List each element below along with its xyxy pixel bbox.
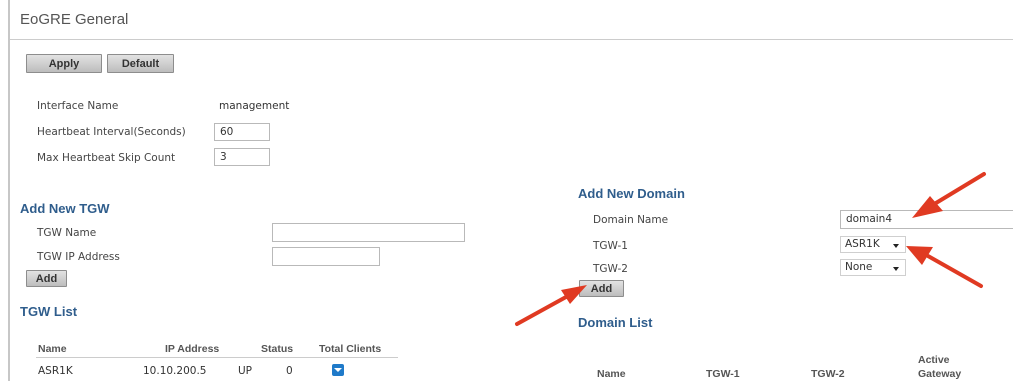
tgw-row-ip: 10.10.200.5 — [143, 365, 207, 377]
row-dropdown-icon[interactable] — [332, 364, 344, 376]
frame-left-border — [8, 0, 10, 381]
tgw-list-header-ip: IP Address — [165, 343, 220, 355]
title-divider — [10, 39, 1013, 40]
arrow-head-tgw1-select — [906, 246, 933, 265]
tgw-ip-address-label: TGW IP Address — [37, 251, 120, 263]
add-domain-button[interactable]: Add — [579, 280, 624, 297]
tgw1-select[interactable]: ASR1K — [840, 236, 906, 253]
tgw2-select[interactable]: None — [840, 259, 906, 276]
domain-list-header-active: Active — [918, 354, 950, 366]
max-skip-count-label: Max Heartbeat Skip Count — [37, 152, 176, 164]
tgw-row-total-clients: 0 — [286, 365, 293, 377]
tgw-row-status: UP — [238, 365, 253, 377]
domain-name-label: Domain Name — [593, 214, 669, 226]
arrow-to-add-domain-button — [515, 295, 568, 326]
domain-list-header-gateway: Gateway — [918, 368, 962, 380]
tgw-list-title: TGW List — [20, 304, 78, 319]
interface-name-label: Interface Name — [37, 100, 119, 112]
tgw-list-header-rule — [36, 357, 398, 358]
heartbeat-interval-input[interactable]: 60 — [214, 123, 270, 141]
apply-button[interactable]: Apply — [26, 54, 102, 73]
domain-name-input[interactable]: domain4 — [840, 210, 1013, 229]
tgw-ip-address-input[interactable] — [272, 247, 380, 266]
interface-name-value: management — [219, 100, 290, 112]
tgw1-label: TGW-1 — [593, 240, 628, 252]
chevron-down-icon — [893, 244, 899, 248]
tgw-name-input[interactable] — [272, 223, 465, 242]
domain-list-header-tgw1: TGW-1 — [706, 368, 740, 380]
tgw-list-header-name: Name — [38, 343, 67, 355]
tgw-list-header-status: Status — [261, 343, 294, 355]
tgw2-selected-value: None — [845, 261, 873, 273]
tgw2-label: TGW-2 — [593, 263, 628, 275]
domain-list-header-name: Name — [597, 368, 626, 380]
heartbeat-interval-label: Heartbeat Interval(Seconds) — [37, 126, 186, 138]
add-tgw-title: Add New TGW — [20, 201, 110, 216]
page-title: EoGRE General — [20, 11, 129, 28]
arrow-to-tgw1-select — [926, 254, 983, 288]
chevron-down-icon — [893, 267, 899, 271]
max-skip-count-input[interactable]: 3 — [214, 148, 270, 166]
arrow-to-domain-name — [934, 172, 986, 205]
domain-list-header-tgw2: TGW-2 — [811, 368, 845, 380]
tgw-row-name: ASR1K — [38, 365, 73, 377]
domain-list-title: Domain List — [578, 315, 653, 330]
tgw1-selected-value: ASR1K — [845, 238, 880, 250]
tgw-list-header-total-clients: Total Clients — [319, 343, 382, 355]
default-button[interactable]: Default — [107, 54, 174, 73]
add-domain-title: Add New Domain — [578, 186, 685, 201]
tgw-name-label: TGW Name — [37, 227, 97, 239]
add-tgw-button[interactable]: Add — [26, 270, 67, 287]
